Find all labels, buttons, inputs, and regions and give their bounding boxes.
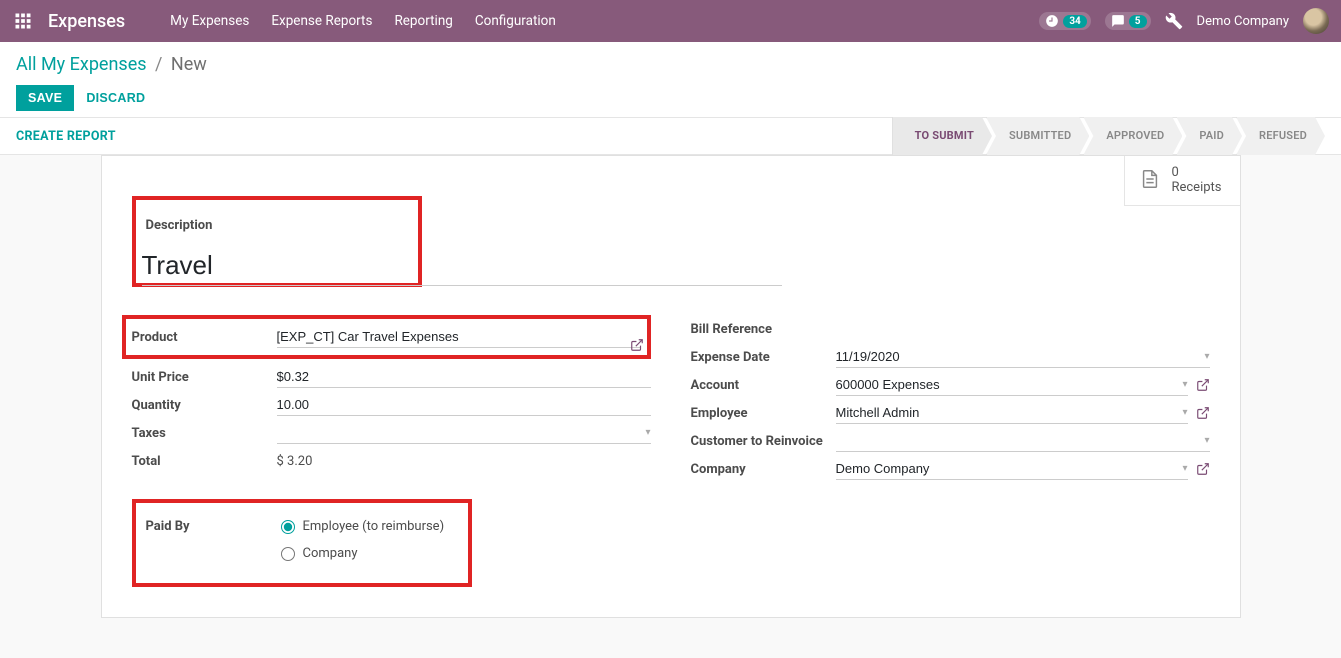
taxes-input[interactable] [277, 422, 640, 443]
account-label: Account [691, 378, 836, 393]
menu-reporting[interactable]: Reporting [394, 13, 452, 29]
company-input[interactable] [836, 458, 1177, 479]
product-input[interactable] [277, 326, 641, 348]
right-column: Bill Reference Expense Date ▾ Account [691, 315, 1210, 587]
chevron-down-icon[interactable]: ▾ [1182, 407, 1187, 418]
receipts-count: 0 [1171, 166, 1221, 180]
employee-input[interactable] [836, 402, 1177, 423]
unit-price-input[interactable] [277, 366, 651, 388]
paid-by-employee-radio[interactable] [281, 520, 295, 534]
customer-to-reinvoice-input[interactable] [836, 430, 1199, 451]
paid-by-company-radio[interactable] [281, 547, 295, 561]
top-nav: Expenses My Expenses Expense Reports Rep… [0, 0, 1341, 42]
total-value: $ 3.20 [277, 451, 313, 472]
user-avatar[interactable] [1303, 8, 1329, 34]
breadcrumb-current: New [171, 54, 207, 75]
status-submitted[interactable]: SUBMITTED [986, 117, 1089, 155]
activities-pill[interactable]: 34 [1039, 12, 1090, 30]
chevron-down-icon[interactable]: ▾ [645, 427, 650, 438]
top-menu: My Expenses Expense Reports Reporting Co… [170, 13, 556, 29]
breadcrumb-root[interactable]: All My Expenses [16, 54, 147, 75]
clock-icon [1045, 14, 1059, 28]
employee-external-link-icon[interactable] [1196, 406, 1210, 420]
description-input[interactable] [142, 250, 782, 286]
chevron-down-icon[interactable]: ▾ [1204, 351, 1209, 362]
employee-label: Employee [691, 406, 836, 421]
status-paid[interactable]: PAID [1176, 117, 1242, 155]
product-external-link-icon[interactable] [630, 338, 644, 352]
status-approved[interactable]: APPROVED [1083, 117, 1182, 155]
breadcrumb-sep: / [155, 54, 162, 75]
product-highlight: Product [122, 315, 651, 359]
taxes-label: Taxes [132, 426, 277, 441]
chevron-down-icon[interactable]: ▾ [1204, 435, 1209, 446]
menu-my-expenses[interactable]: My Expenses [170, 13, 249, 29]
receipts-label: Receipts [1171, 180, 1221, 195]
unit-price-label: Unit Price [132, 370, 277, 385]
expense-date-input[interactable] [836, 346, 1199, 367]
company-label: Company [691, 462, 836, 477]
breadcrumb: All My Expenses / New [16, 54, 1325, 75]
create-report-button[interactable]: CREATE REPORT [16, 129, 116, 144]
discard-button[interactable]: DISCARD [86, 91, 145, 105]
description-label: Description [146, 218, 408, 233]
customer-to-reinvoice-label: Customer to Reinvoice [691, 434, 836, 449]
account-input[interactable] [836, 374, 1177, 395]
bill-reference-label: Bill Reference [691, 322, 836, 337]
activities-badge: 34 [1063, 15, 1086, 28]
document-icon [1139, 168, 1161, 194]
expense-date-label: Expense Date [691, 350, 836, 365]
app-brand[interactable]: Expenses [48, 11, 125, 32]
control-bar: All My Expenses / New SAVE DISCARD [0, 42, 1341, 117]
company-switcher[interactable]: Demo Company [1197, 14, 1289, 29]
status-steps: TO SUBMIT SUBMITTED APPROVED PAID REFUSE… [892, 117, 1325, 155]
company-external-link-icon[interactable] [1196, 462, 1210, 476]
paid-by-label: Paid By [146, 519, 281, 573]
messages-badge: 5 [1129, 15, 1147, 28]
status-refused[interactable]: REFUSED [1236, 117, 1325, 155]
messages-pill[interactable]: 5 [1105, 12, 1151, 30]
chevron-down-icon[interactable]: ▾ [1182, 463, 1187, 474]
chevron-down-icon[interactable]: ▾ [1182, 379, 1187, 390]
quantity-label: Quantity [132, 398, 277, 413]
paid-by-employee-label[interactable]: Employee (to reimburse) [303, 519, 445, 534]
apps-icon[interactable] [12, 10, 34, 32]
status-to-submit[interactable]: TO SUBMIT [892, 117, 992, 155]
status-bar: CREATE REPORT TO SUBMIT SUBMITTED APPROV… [0, 117, 1341, 155]
product-label: Product [132, 330, 277, 345]
total-label: Total [132, 454, 277, 469]
quantity-input[interactable] [277, 394, 651, 416]
account-external-link-icon[interactable] [1196, 378, 1210, 392]
paid-by-highlight: Paid By Employee (to reimburse) Company [132, 499, 472, 587]
left-column: Product Unit Price [132, 315, 651, 587]
paid-by-company-label[interactable]: Company [303, 546, 358, 561]
menu-expense-reports[interactable]: Expense Reports [271, 13, 372, 29]
save-button[interactable]: SAVE [16, 85, 74, 111]
message-icon [1111, 14, 1125, 28]
menu-configuration[interactable]: Configuration [475, 13, 556, 29]
settings-icon[interactable] [1165, 12, 1183, 30]
form-sheet: 0 Receipts Description Product [101, 155, 1241, 618]
